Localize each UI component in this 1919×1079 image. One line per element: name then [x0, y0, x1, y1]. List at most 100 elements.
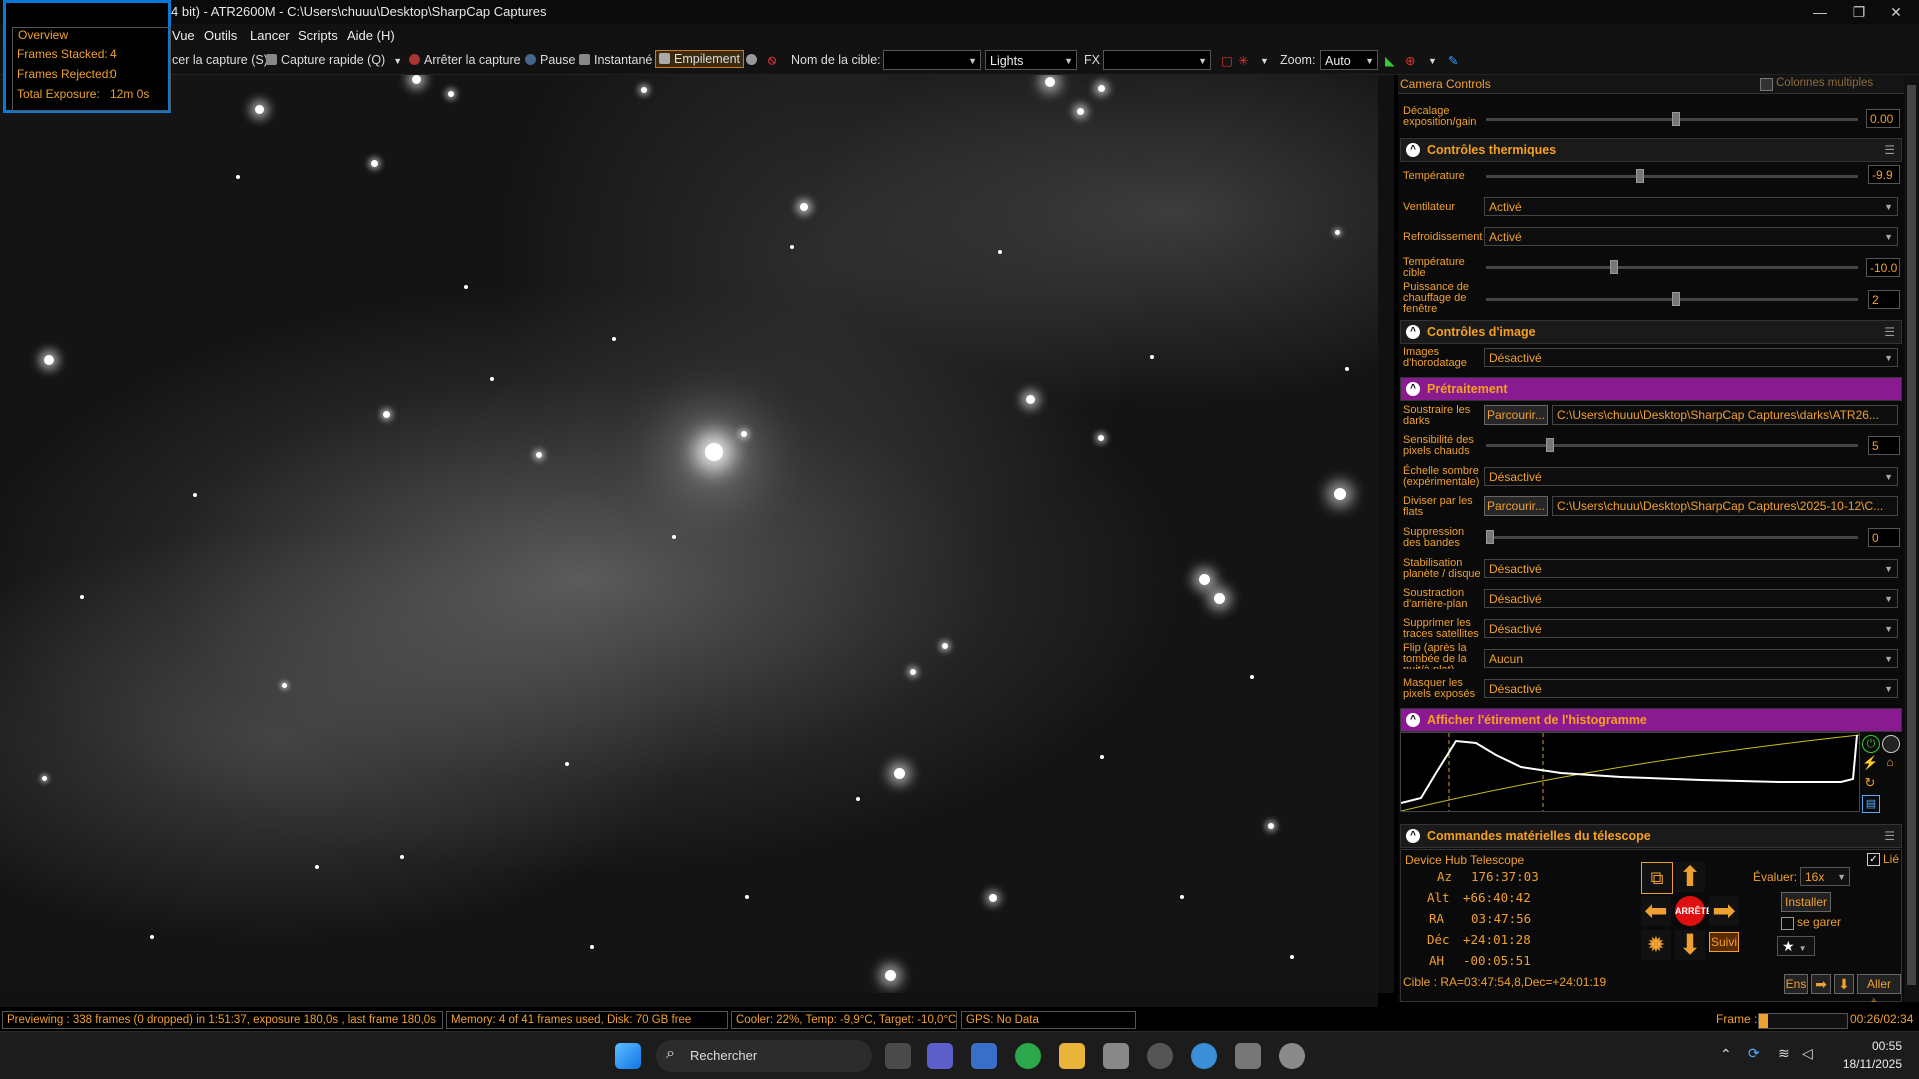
menu-icon[interactable]: ☰	[1884, 325, 1895, 339]
park-checkbox[interactable]	[1781, 917, 1794, 930]
slew-north-button[interactable]: ⬆	[1675, 862, 1705, 892]
flats-path-select[interactable]: C:\Users\chuuu\Desktop\SharpCap Captures…	[1552, 496, 1898, 516]
favorites-star-icon[interactable]: ★ ▼	[1777, 936, 1815, 956]
flip-select[interactable]: Aucun ▼	[1484, 649, 1898, 668]
banding-value[interactable]: 0	[1868, 528, 1900, 547]
arrow-right-icon[interactable]: ➡	[1811, 974, 1831, 994]
target-name-select[interactable]: ▼	[883, 50, 981, 70]
arrow-down-icon[interactable]: ⬇	[1834, 974, 1854, 994]
offset-value[interactable]: 0.00	[1866, 109, 1900, 128]
banding-slider[interactable]	[1486, 530, 1858, 544]
sync-icon[interactable]: ⟳	[1748, 1045, 1760, 1062]
multi-columns-checkbox[interactable]	[1760, 78, 1773, 91]
home-target-icon[interactable]: ✹	[1641, 930, 1671, 960]
app-icon[interactable]	[1147, 1043, 1173, 1069]
menu-help[interactable]: Aide (H)	[347, 28, 395, 43]
stop-slew-button[interactable]: ARRÊTE	[1675, 896, 1712, 926]
timestamp-select[interactable]: Désactivé ▼	[1484, 348, 1898, 367]
crosshair-icon[interactable]: ✳	[1238, 53, 1248, 68]
wifi-icon[interactable]: ≋	[1778, 1045, 1790, 1062]
select-area-icon[interactable]: ▢	[1221, 53, 1233, 68]
slew-northwest-icon[interactable]: ⧉	[1641, 862, 1673, 894]
taskbar-search[interactable]: ⌕ Rechercher	[656, 1040, 872, 1072]
install-button[interactable]: Installer	[1781, 892, 1831, 912]
menu-tools[interactable]: Outils	[204, 28, 237, 43]
histogram-save-icon[interactable]: ▤	[1862, 795, 1880, 813]
image-controls-header[interactable]: ^ Contrôles d'image ☰	[1400, 320, 1902, 344]
start-menu-icon[interactable]	[615, 1043, 641, 1069]
frame-type-select[interactable]: Lights ▼	[985, 50, 1077, 70]
window-heater-value[interactable]: 2	[1868, 290, 1900, 309]
image-viewer[interactable]	[0, 75, 1378, 993]
cooling-select[interactable]: Activé ▼	[1484, 227, 1898, 246]
telescope-header[interactable]: ^ Commandes matérielles du télescope ☰	[1400, 824, 1902, 848]
zoom-select[interactable]: Auto ▼	[1320, 50, 1378, 70]
pause-button[interactable]: Pause	[525, 53, 575, 67]
flats-browse-button[interactable]: Parcourir...	[1484, 496, 1548, 516]
teams-icon[interactable]	[927, 1043, 953, 1069]
dark-scale-select[interactable]: Désactivé ▼	[1484, 467, 1898, 486]
offset-slider[interactable]	[1486, 112, 1858, 126]
darks-path-select[interactable]: C:\Users\chuuu\Desktop\SharpCap Captures…	[1552, 405, 1898, 425]
goto-button[interactable]: Aller à...	[1857, 974, 1901, 1002]
slew-south-button[interactable]: ⬇	[1675, 930, 1705, 960]
preprocessing-header[interactable]: ^ Prétraitement	[1400, 377, 1902, 401]
track-button[interactable]: Suivi	[1709, 932, 1739, 952]
app-icon[interactable]	[1103, 1043, 1129, 1069]
app-icon[interactable]	[1235, 1043, 1261, 1069]
mask-select[interactable]: Désactivé ▼	[1484, 679, 1898, 698]
lightbulb-icon[interactable]	[746, 53, 761, 67]
histogram-auto-stretch-icon[interactable]: ⚡	[1862, 755, 1878, 771]
histogram-icon[interactable]: ◣	[1385, 53, 1395, 68]
stop-capture-button[interactable]: Arrêter la capture	[409, 53, 521, 67]
histogram-lock-icon[interactable]: ⌂	[1882, 755, 1898, 771]
background-select[interactable]: Désactivé ▼	[1484, 589, 1898, 608]
histogram-plot[interactable]	[1400, 732, 1860, 812]
panel-scrollbar[interactable]	[1904, 75, 1919, 1002]
viewer-horizontal-scrollbar[interactable]	[0, 993, 1378, 1007]
quick-capture-button[interactable]: Capture rapide (Q) ▼	[266, 53, 402, 67]
file-explorer-icon[interactable]	[1059, 1043, 1085, 1069]
thermal-section-header[interactable]: ^ Contrôles thermiques ☰	[1400, 138, 1902, 162]
store-icon[interactable]	[971, 1043, 997, 1069]
window-heater-slider[interactable]	[1486, 292, 1858, 306]
stabilization-select[interactable]: Désactivé ▼	[1484, 559, 1898, 578]
target-temperature-slider[interactable]	[1486, 260, 1858, 274]
menu-view[interactable]: Vue	[172, 28, 195, 43]
close-button[interactable]: ✕	[1873, 0, 1919, 24]
sync-button[interactable]: Ens	[1784, 974, 1808, 994]
menu-icon[interactable]: ☰	[1884, 829, 1895, 843]
stacking-button[interactable]: Empilement	[655, 50, 744, 68]
linked-checkbox[interactable]: ✓	[1867, 853, 1880, 866]
snapshot-button[interactable]: Instantané	[579, 53, 652, 67]
volume-icon[interactable]: ◁	[1802, 1045, 1813, 1062]
slew-east-button[interactable]: ➡	[1709, 896, 1739, 926]
histogram-header[interactable]: ^ Afficher l'étirement de l'histogramme	[1400, 708, 1902, 732]
tray-chevron-icon[interactable]: ⌃	[1720, 1046, 1732, 1063]
hot-pixel-value[interactable]: 5	[1868, 436, 1900, 455]
app-icon[interactable]	[1015, 1043, 1041, 1069]
histogram-contrast-icon[interactable]	[1882, 735, 1900, 753]
fx-select[interactable]: ▼	[1103, 50, 1211, 70]
crosshair-dropdown[interactable]: ▼	[1260, 56, 1269, 66]
menu-launch[interactable]: Lancer	[250, 28, 290, 43]
histogram-reset-icon[interactable]: ↻	[1862, 775, 1878, 791]
rate-select[interactable]: 16x ▼	[1800, 867, 1850, 886]
clock-date[interactable]: 18/11/2025	[1832, 1057, 1902, 1071]
focus-assist-icon[interactable]: ⊕	[1405, 53, 1415, 68]
fan-select[interactable]: Activé ▼	[1484, 197, 1898, 216]
satellite-select[interactable]: Désactivé ▼	[1484, 619, 1898, 638]
target-temperature-value[interactable]: -10.0	[1866, 258, 1900, 277]
clock-time[interactable]: 00:55	[1848, 1039, 1902, 1053]
viewer-vertical-scrollbar[interactable]	[1378, 75, 1394, 993]
edge-icon[interactable]	[1191, 1043, 1217, 1069]
histogram-power-icon[interactable]: ⏻	[1862, 735, 1880, 753]
start-capture-button[interactable]: cer la capture (S)	[172, 53, 268, 67]
menu-scripts[interactable]: Scripts	[298, 28, 338, 43]
focus-dropdown[interactable]: ▼	[1428, 56, 1437, 66]
menu-icon[interactable]: ☰	[1884, 143, 1895, 157]
slew-west-button[interactable]: ⬅	[1641, 896, 1671, 926]
darks-browse-button[interactable]: Parcourir...	[1484, 405, 1548, 425]
task-view-icon[interactable]	[885, 1043, 911, 1069]
sharpcap-icon[interactable]	[1279, 1043, 1305, 1069]
